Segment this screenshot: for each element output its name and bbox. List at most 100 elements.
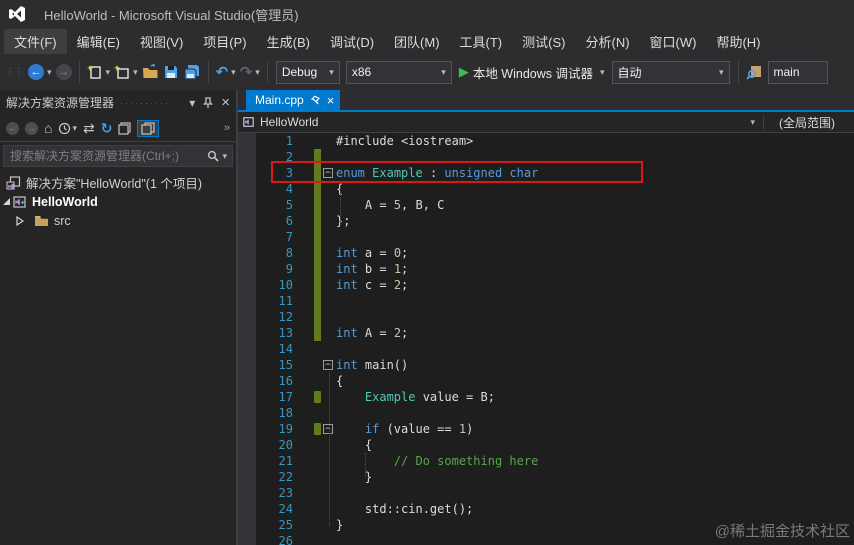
indicator-margin[interactable] [238,453,256,469]
code-line-20[interactable]: 20 { [238,437,854,453]
menu-item-analyze[interactable]: 分析(N) [575,29,639,54]
code-line-7[interactable]: 7 [238,229,854,245]
code-text[interactable]: { [336,373,854,389]
tree-item-solution[interactable]: 解决方案"HelloWorld"(1 个项目) [0,173,236,192]
menu-item-help[interactable]: 帮助(H) [706,29,770,54]
new-file-button[interactable]: ▾ [85,59,113,85]
code-line-12[interactable]: 12 [238,309,854,325]
panel-close-button[interactable]: × [221,94,230,111]
indicator-margin[interactable] [238,437,256,453]
tree-item-src-folder[interactable]: src [0,211,236,230]
tab-main-cpp[interactable]: Main.cpp × [246,90,341,110]
indicator-margin[interactable] [238,373,256,389]
indicator-margin[interactable] [238,309,256,325]
indicator-margin[interactable] [238,229,256,245]
expanded-arrow-icon[interactable] [0,197,12,206]
indicator-margin[interactable] [238,213,256,229]
code-text[interactable] [336,229,854,245]
toolbar-search-combo[interactable]: main [767,60,828,84]
menu-item-project[interactable]: 项目(P) [193,29,256,54]
menu-item-view[interactable]: 视图(V) [130,29,193,54]
open-file-button[interactable] [140,59,161,85]
code-text[interactable] [336,293,854,309]
menu-item-build[interactable]: 生成(B) [257,29,320,54]
tab-pin-button[interactable] [310,95,320,106]
tree-item-project[interactable]: HelloWorld [0,192,236,211]
code-line-17[interactable]: 17 Example value = B; [238,389,854,405]
toolbar-overflow-button[interactable]: » [224,122,230,134]
back-button[interactable]: ← [6,121,19,135]
search-button[interactable]: ▾ [202,150,232,162]
indicator-margin[interactable] [238,389,256,405]
show-all-files-button[interactable] [137,119,160,137]
code-line-22[interactable]: 22 } [238,469,854,485]
code-line-19[interactable]: 19 − if (value == 1) [238,421,854,437]
indicator-margin[interactable] [238,501,256,517]
auto-select[interactable]: 自动 ▾ [611,60,730,84]
forward-button[interactable]: → [25,121,38,135]
collapsed-arrow-icon[interactable] [14,215,26,226]
solution-search-input[interactable] [4,149,203,163]
refresh-button[interactable]: ↻ [101,121,113,135]
redo-button[interactable]: ↷ ▾ [238,59,262,85]
sync-with-active-document-button[interactable]: ⇄ [83,121,95,135]
indicator-margin[interactable] [238,469,256,485]
save-button[interactable] [161,59,181,85]
chevron-down-icon[interactable]: ▾ [742,117,763,128]
code-line-11[interactable]: 11 [238,293,854,309]
new-project-button[interactable]: ▾ [112,59,140,85]
code-text[interactable]: { [336,181,854,197]
fold-collapse-icon[interactable]: − [323,360,333,370]
code-line-10[interactable]: 10 int c = 2; [238,277,854,293]
code-text[interactable]: #include <iostream> [336,133,854,149]
pending-changes-filter-button[interactable]: ▾ [58,122,77,135]
indicator-margin[interactable] [238,277,256,293]
menu-item-team[interactable]: 团队(M) [384,29,450,54]
collapse-all-button[interactable] [118,121,132,135]
indicator-margin[interactable] [238,485,256,501]
code-text[interactable]: }; [336,213,854,229]
code-line-15[interactable]: 15 − int main() [238,357,854,373]
menu-item-test[interactable]: 测试(S) [512,29,575,54]
code-line-5[interactable]: 5 A = 5, B, C [238,197,854,213]
indicator-margin[interactable] [238,325,256,341]
code-text[interactable]: { [336,437,854,453]
save-all-button[interactable] [181,59,203,85]
indicator-margin[interactable] [238,421,256,437]
indicator-margin[interactable] [238,245,256,261]
indicator-margin[interactable] [238,133,256,149]
indicator-margin[interactable] [238,197,256,213]
indicator-margin[interactable] [238,341,256,357]
code-text[interactable]: int main() [336,357,854,373]
indicator-margin[interactable] [238,261,256,277]
code-line-18[interactable]: 18 [238,405,854,421]
code-line-23[interactable]: 23 [238,485,854,501]
code-line-16[interactable]: 16 { [238,373,854,389]
code-text[interactable] [336,405,854,421]
menu-item-tools[interactable]: 工具(T) [450,29,513,54]
indicator-margin[interactable] [238,517,256,533]
code-line-8[interactable]: 8 int a = 0; [238,245,854,261]
navigation-scope-dropdown[interactable]: (全局范围) [764,114,850,131]
code-line-14[interactable]: 14 [238,341,854,357]
code-line-1[interactable]: 1 #include <iostream> [238,133,854,149]
find-in-files-button[interactable] [744,59,765,85]
indicator-margin[interactable] [238,405,256,421]
panel-menu-button[interactable]: ▾ [189,96,195,110]
tab-close-button[interactable]: × [327,94,335,107]
code-line-6[interactable]: 6}; [238,213,854,229]
code-text[interactable]: int b = 1; [336,261,854,277]
indicator-margin[interactable] [238,357,256,373]
indicator-margin[interactable] [238,165,256,181]
configuration-select[interactable]: Debug ▾ [275,60,340,84]
menu-item-debug[interactable]: 调试(D) [320,29,384,54]
indicator-margin[interactable] [238,181,256,197]
code-text[interactable]: // Do something here [336,453,854,469]
menu-item-file[interactable]: 文件(F) [4,28,67,54]
indicator-margin[interactable] [238,533,256,545]
code-text[interactable]: } [336,469,854,485]
code-text[interactable]: if (value == 1) [336,421,854,437]
code-text[interactable]: int A = 2; [336,325,854,341]
code-line-4[interactable]: 4{ [238,181,854,197]
code-text[interactable]: int a = 0; [336,245,854,261]
